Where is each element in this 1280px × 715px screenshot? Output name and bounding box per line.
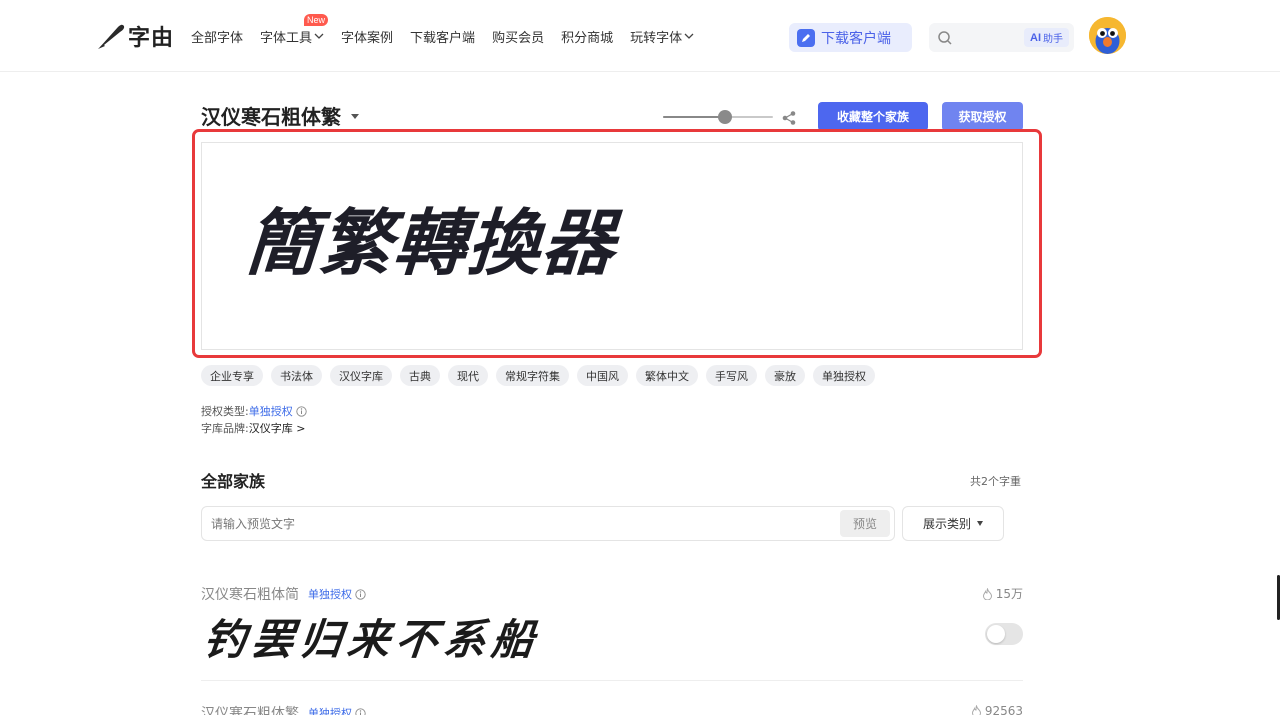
share-icon[interactable] <box>781 110 797 126</box>
nav-label: 玩转字体 <box>630 30 683 46</box>
family-section-title: 全部家族 <box>201 472 266 491</box>
flame-icon <box>982 587 992 600</box>
collect-family-button[interactable]: 收藏整个家族 <box>818 102 928 131</box>
popularity: 15万 <box>982 585 1023 602</box>
search-icon <box>938 30 952 45</box>
nav-label: 全部字体 <box>191 30 244 46</box>
info-icon[interactable] <box>355 707 366 715</box>
nav-font-tools[interactable]: 字体工具 New <box>260 14 329 46</box>
tag[interactable]: 现代 <box>448 365 488 386</box>
brand-link[interactable]: 汉仪字库 > <box>249 420 306 436</box>
family-row-header: 汉仪寒石粗体简 单独授权 <box>201 584 366 604</box>
slider-fill <box>663 116 725 118</box>
nav-play-fonts[interactable]: 玩转字体 <box>630 26 694 46</box>
nav-label: 积分商城 <box>561 30 614 46</box>
preview-text-input[interactable] <box>211 507 831 540</box>
preview-size-slider[interactable] <box>663 110 773 124</box>
license-badge: 单独授权 <box>308 586 366 602</box>
license-type-row: 授权类型: 单独授权 <box>201 403 307 419</box>
nav-label: 字体案例 <box>341 30 394 46</box>
preview-button[interactable]: 预览 <box>840 510 890 537</box>
license-badge: 单独授权 <box>308 705 366 715</box>
pencil-icon <box>797 28 815 47</box>
info-icon[interactable] <box>355 588 366 600</box>
search-box[interactable]: AI 助手 <box>929 23 1074 52</box>
ai-label: 助手 <box>1043 34 1063 45</box>
ai-assistant-button[interactable]: AI 助手 <box>1024 28 1069 47</box>
top-header: 字由 全部字体 字体工具 New 字体案例 下载客户端 购买会员 积分商城 玩转… <box>0 0 1280 72</box>
tag[interactable]: 古典 <box>400 365 440 386</box>
tag[interactable]: 手写风 <box>706 365 757 386</box>
nav-buy-membership[interactable]: 购买会员 <box>492 26 544 46</box>
get-license-button[interactable]: 获取授权 <box>942 102 1023 131</box>
license-type-value[interactable]: 单独授权 <box>249 403 293 419</box>
brand-row: 字库品牌: 汉仪字库 > <box>201 420 305 436</box>
main-nav: 全部字体 字体工具 New 字体案例 下载客户端 购买会员 积分商城 玩转字体 <box>191 14 694 46</box>
highlight-outline <box>192 129 1042 358</box>
toggle-knob <box>987 625 1005 643</box>
caret-down-icon <box>977 521 983 526</box>
family-row[interactable]: 汉仪寒石粗体简 单独授权 15万 钓罢归来不系船 <box>201 584 1023 680</box>
family-font-name[interactable]: 汉仪寒石粗体繁 <box>201 703 299 715</box>
tag[interactable]: 繁体中文 <box>636 365 698 386</box>
avatar[interactable] <box>1089 17 1126 54</box>
download-client-button[interactable]: 下载客户端 <box>789 23 912 52</box>
popularity: 92563 <box>971 704 1023 715</box>
divider <box>201 680 1023 681</box>
chevron-down-icon <box>314 33 324 39</box>
tag[interactable]: 常规字符集 <box>496 365 569 386</box>
brand-label: 字库品牌: <box>201 422 249 435</box>
tag[interactable]: 汉仪字库 <box>330 365 392 386</box>
nav-all-fonts[interactable]: 全部字体 <box>191 26 243 46</box>
new-badge: New <box>304 14 329 26</box>
display-category-dropdown[interactable]: 展示类别 <box>902 506 1004 541</box>
license-label: 单独授权 <box>308 588 352 601</box>
license-label: 单独授权 <box>308 707 352 715</box>
nav-font-cases[interactable]: 字体案例 <box>341 26 393 46</box>
tag[interactable]: 中国风 <box>577 365 628 386</box>
chevron-down-icon <box>684 33 694 39</box>
display-category-label: 展示类别 <box>922 517 971 531</box>
tag[interactable]: 企业专享 <box>201 365 263 386</box>
nav-label: 字体工具 <box>260 30 313 46</box>
tag[interactable]: 单独授权 <box>813 365 875 386</box>
logo-text: 字由 <box>128 25 175 51</box>
family-font-name[interactable]: 汉仪寒石粗体简 <box>201 584 299 604</box>
font-title-dropdown[interactable]: 汉仪寒石粗体繁 <box>201 101 359 130</box>
download-client-label: 下载客户端 <box>821 30 891 47</box>
nav-label: 购买会员 <box>492 30 545 46</box>
nav-download-client[interactable]: 下载客户端 <box>410 26 475 46</box>
family-row[interactable]: 汉仪寒石粗体繁 单独授权 92563 <box>201 703 1023 715</box>
font-title: 汉仪寒石粗体繁 <box>201 105 341 129</box>
nav-label: 下载客户端 <box>410 30 476 46</box>
popularity-count: 92563 <box>984 704 1023 715</box>
popularity-count: 15万 <box>995 587 1023 601</box>
family-toggle[interactable] <box>985 623 1023 645</box>
license-type-label: 授权类型: <box>201 405 249 418</box>
family-row-header: 汉仪寒石粗体繁 单独授权 <box>201 703 366 715</box>
preview-input-box: 预览 <box>201 506 895 541</box>
tag[interactable]: 豪放 <box>765 365 805 386</box>
caret-down-icon <box>351 114 359 119</box>
family-sample-text: 钓罢归来不系船 <box>201 615 543 664</box>
bird-avatar-icon <box>1089 17 1126 54</box>
flame-icon <box>971 705 981 715</box>
tag-list: 企业专享 书法体 汉仪字库 古典 现代 常规字符集 中国风 繁体中文 手写风 豪… <box>201 365 875 386</box>
logo[interactable]: 字由 <box>98 22 175 51</box>
ai-label-strong: AI <box>1030 31 1041 44</box>
info-icon[interactable] <box>296 405 307 417</box>
tag[interactable]: 书法体 <box>271 365 322 386</box>
slider-knob[interactable] <box>718 110 732 124</box>
nav-points-mall[interactable]: 积分商城 <box>561 26 613 46</box>
weight-count: 共2个字重 <box>970 475 1021 488</box>
brush-pen-icon <box>98 24 125 49</box>
